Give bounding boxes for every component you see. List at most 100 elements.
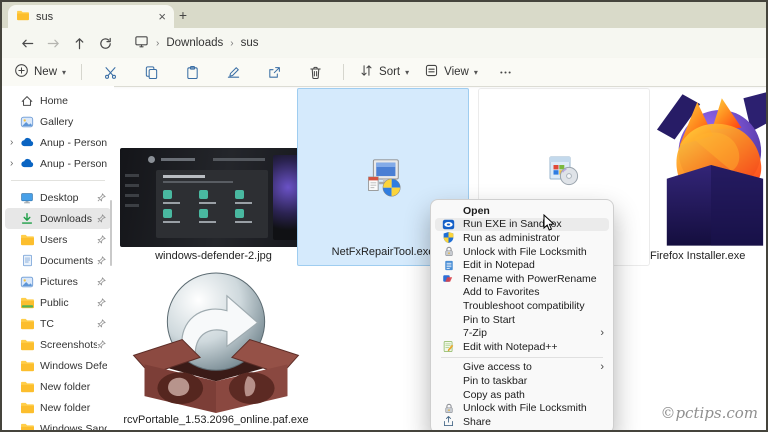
back-button[interactable] <box>14 31 40 55</box>
file-label[interactable]: windows-defender-2.jpg <box>120 250 307 262</box>
menu-item-label: Unlock with File Locksmith <box>463 246 604 258</box>
menu-item-label: Edit in Notepad <box>463 259 604 271</box>
menu-item-add-to-favorites[interactable]: Add to Favorites <box>435 286 609 300</box>
up-button[interactable] <box>66 31 92 55</box>
refresh-button[interactable] <box>92 31 118 55</box>
menu-item-edit-with-notepad[interactable]: Edit with Notepad++ <box>435 340 609 354</box>
this-pc-icon[interactable] <box>134 34 149 52</box>
menu-item-label: Edit with Notepad++ <box>463 341 604 353</box>
sidebar-item-new-folder[interactable]: New folder <box>5 376 111 397</box>
sidebar-item-new-folder[interactable]: New folder <box>5 397 111 418</box>
folder-icon <box>19 400 35 415</box>
menu-item-edit-in-notepad[interactable]: Edit in Notepad <box>435 258 609 272</box>
sidebar-item-windows-defender[interactable]: Windows Defender <box>5 355 111 376</box>
menu-item-run-as-administrator[interactable]: Run as administrator <box>435 231 609 245</box>
sidebar-item-label: Users <box>40 234 97 246</box>
folder-icon <box>16 10 30 24</box>
menu-item-rename-with-powerrename[interactable]: Rename with PowerRename <box>435 272 609 286</box>
new-button-label: New <box>34 66 57 78</box>
sidebar-item-users[interactable]: Users <box>5 229 111 250</box>
new-tab-button[interactable]: + <box>174 6 192 24</box>
sidebar-item-screenshots[interactable]: Screenshots <box>5 334 111 355</box>
file-windows-defender-jpg[interactable] <box>120 148 307 247</box>
sidebar-item-desktop[interactable]: Desktop <box>5 187 111 208</box>
installer-icon <box>359 155 405 206</box>
sidebar-item-label: Gallery <box>40 116 107 128</box>
menu-icon-spacer <box>441 360 456 374</box>
sidebar-item-windows-sandbox[interactable]: Windows Sandbox <box>5 418 111 430</box>
sidebar-scrollbar[interactable] <box>110 200 112 266</box>
gallery-icon <box>19 114 35 129</box>
tab-close-icon[interactable]: × <box>158 10 166 23</box>
sidebar-item-home[interactable]: Home <box>5 90 111 111</box>
chevron-down-icon: ▾ <box>405 68 409 77</box>
uac-shield-icon <box>441 231 456 245</box>
menu-icon-spacer <box>441 388 456 402</box>
sidebar-item-downloads[interactable]: Downloads <box>5 208 111 229</box>
paste-button[interactable] <box>179 60 205 84</box>
menu-item-label: Pin to taskbar <box>463 375 604 387</box>
view-button-label: View <box>444 66 469 78</box>
menu-item-pin-to-start[interactable]: Pin to Start <box>435 313 609 327</box>
menu-item-copy-as-path[interactable]: Copy as path <box>435 388 609 402</box>
menu-item-share[interactable]: Share <box>435 415 609 429</box>
menu-icon-spacer <box>441 299 456 313</box>
portableapps-installer-icon[interactable] <box>130 270 302 418</box>
pictures-icon <box>19 274 35 289</box>
menu-item-label: Run as administrator <box>463 232 604 244</box>
sidebar-item-label: Home <box>40 95 107 107</box>
sidebar-divider <box>11 180 105 181</box>
menu-item-label: Pin to Start <box>463 314 604 326</box>
file-explorer-window: sus × + › Downloads › sus New ▾ <box>0 0 768 432</box>
file-label[interactable]: Firefox Installer.exe <box>650 250 768 262</box>
sort-button[interactable]: Sort ▾ <box>359 63 409 81</box>
sidebar-item-pictures[interactable]: Pictures <box>5 271 111 292</box>
chevron-right-icon[interactable]: › <box>10 158 19 169</box>
sandboxie-icon <box>441 217 456 231</box>
view-button[interactable]: View ▾ <box>424 63 478 81</box>
menu-item-troubleshoot-compatibility[interactable]: Troubleshoot compatibility <box>435 299 609 313</box>
breadcrumb-downloads[interactable]: Downloads <box>166 37 223 49</box>
sidebar-item-gallery[interactable]: Gallery <box>5 111 111 132</box>
sidebar-item-label: Screenshots <box>40 339 97 351</box>
sidebar-item-label: Documents <box>40 255 97 267</box>
sidebar-item-label: Pictures <box>40 276 97 288</box>
sidebar-item-label: Anup - Personal <box>40 158 107 170</box>
copy-button[interactable] <box>138 60 164 84</box>
breadcrumb-separator: › <box>156 38 159 49</box>
plus-circle-icon <box>14 63 29 81</box>
thumb-decoration <box>125 174 139 207</box>
padlock-icon <box>441 245 456 259</box>
menu-item-unlock-with-file-locksmith[interactable]: Unlock with File Locksmith <box>435 401 609 415</box>
menu-item-label: Open <box>463 205 604 217</box>
menu-item-run-exe-in-sandbox[interactable]: Run EXE in Sandbox <box>435 218 609 232</box>
sidebar-item-anup-personal[interactable]: › Anup - Personal <box>5 153 111 174</box>
sidebar-item-public[interactable]: Public <box>5 292 111 313</box>
menu-item-open[interactable]: Open <box>435 204 609 218</box>
menu-item-give-access-to[interactable]: Give access to› <box>435 361 609 375</box>
forward-button[interactable] <box>40 31 66 55</box>
cut-button[interactable] <box>97 60 123 84</box>
delete-button[interactable] <box>302 60 328 84</box>
sidebar-item-anup-personal[interactable]: ›Anup - Personal <box>5 132 111 153</box>
rename-button[interactable] <box>220 60 246 84</box>
sidebar-item-documents[interactable]: Documents <box>5 250 111 271</box>
firefox-installer-icon[interactable] <box>655 88 768 253</box>
tab-title: sus <box>36 11 53 23</box>
new-button[interactable]: New ▾ <box>14 63 66 81</box>
menu-item-7-zip[interactable]: 7-Zip› <box>435 326 609 340</box>
sidebar-item-tc[interactable]: TC <box>5 313 111 334</box>
file-label[interactable]: rcvPortable_1.53.2096_online.paf.exe <box>98 414 334 426</box>
mouse-cursor <box>543 214 555 237</box>
sidebar-item-label: Public <box>40 297 97 309</box>
tab-sus[interactable]: sus × <box>8 5 174 28</box>
more-options-button[interactable] <box>493 60 519 84</box>
menu-item-label: Run EXE in Sandbox <box>463 218 604 230</box>
share-button[interactable] <box>261 60 287 84</box>
context-menu: OpenRun EXE in Sandbox Run as administrat… <box>430 199 614 432</box>
menu-item-unlock-with-file-locksmith[interactable]: Unlock with File Locksmith <box>435 245 609 259</box>
tab-strip: sus × + <box>2 2 766 28</box>
chevron-right-icon[interactable]: › <box>10 137 19 148</box>
breadcrumb-sus[interactable]: sus <box>241 37 259 49</box>
menu-item-pin-to-taskbar[interactable]: Pin to taskbar <box>435 374 609 388</box>
